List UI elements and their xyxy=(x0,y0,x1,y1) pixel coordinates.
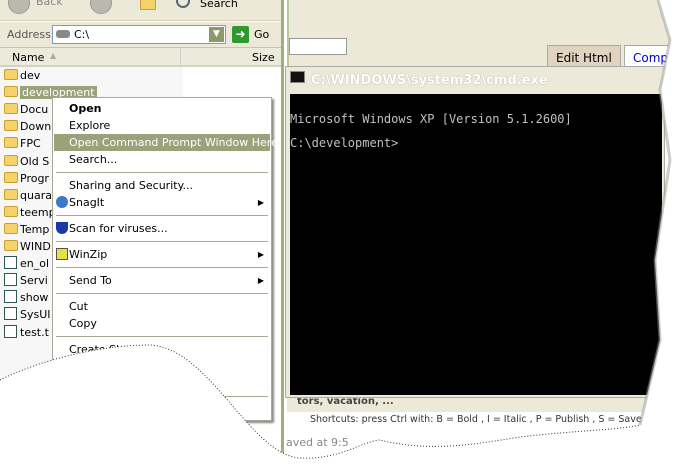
torn-edge xyxy=(0,0,678,473)
saved-status: aved at 9:5 xyxy=(286,436,349,449)
